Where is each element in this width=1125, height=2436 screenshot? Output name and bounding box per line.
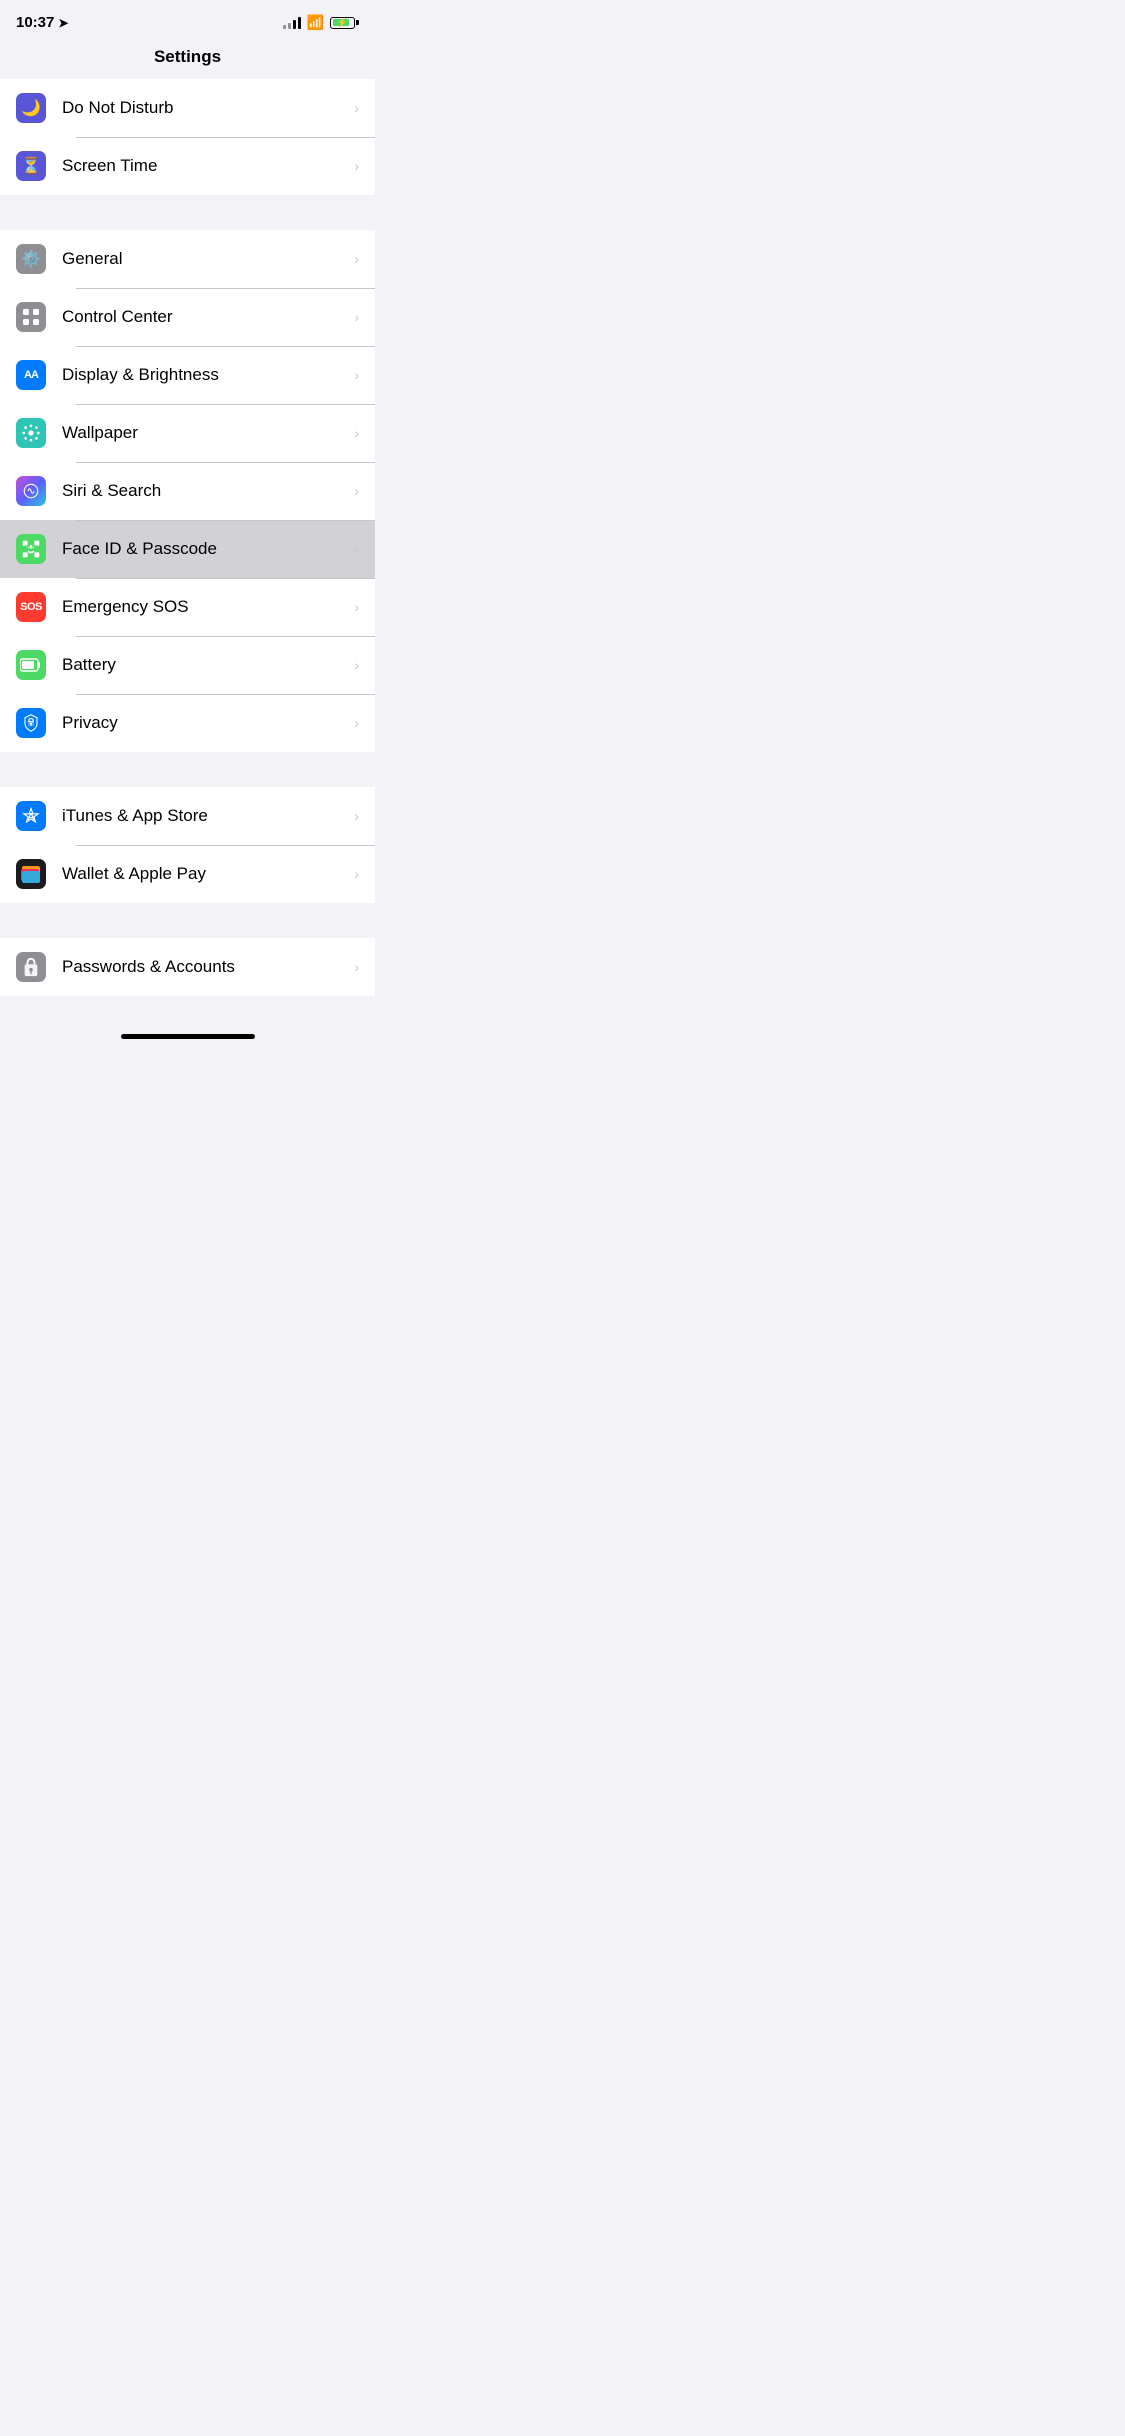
chevron-icon: › xyxy=(354,866,359,882)
row-display[interactable]: AA Display & Brightness › xyxy=(0,346,375,404)
time-display: 10:37 xyxy=(16,14,54,31)
chevron-icon: › xyxy=(354,158,359,174)
chevron-icon: › xyxy=(354,959,359,975)
chevron-icon: › xyxy=(354,541,359,557)
chevron-icon: › xyxy=(354,483,359,499)
screen-time-label: Screen Time xyxy=(62,156,346,176)
passwords-icon xyxy=(16,952,46,982)
chevron-icon: › xyxy=(354,808,359,824)
wallpaper-icon xyxy=(16,418,46,448)
group-separator-4 xyxy=(0,996,375,1026)
face-id-icon xyxy=(16,534,46,564)
privacy-label: Privacy xyxy=(62,713,346,733)
chevron-icon: › xyxy=(354,425,359,441)
battery-status-icon: ⚡ xyxy=(330,17,359,29)
general-icon: ⚙️ xyxy=(16,244,46,274)
status-time: 10:37 ➤ xyxy=(16,14,68,31)
control-center-icon xyxy=(16,302,46,332)
siri-label: Siri & Search xyxy=(62,481,346,501)
chevron-icon: › xyxy=(354,657,359,673)
chevron-icon: › xyxy=(354,251,359,267)
emergency-sos-icon: SOS xyxy=(16,592,46,622)
row-do-not-disturb[interactable]: 🌙 Do Not Disturb › xyxy=(0,79,375,137)
chevron-icon: › xyxy=(354,309,359,325)
chevron-icon: › xyxy=(354,367,359,383)
siri-icon xyxy=(16,476,46,506)
row-wallpaper[interactable]: Wallpaper › xyxy=(0,404,375,462)
face-id-label: Face ID & Passcode xyxy=(62,539,346,559)
home-bar xyxy=(121,1034,255,1039)
appstore-icon: A xyxy=(16,801,46,831)
group-separator-3 xyxy=(0,903,375,938)
settings-group-1: 🌙 Do Not Disturb › ⏳ Screen Time › xyxy=(0,79,375,195)
row-control-center[interactable]: Control Center › xyxy=(0,288,375,346)
row-general[interactable]: ⚙️ General › xyxy=(0,230,375,288)
row-emergency-sos[interactable]: SOS Emergency SOS › xyxy=(0,578,375,636)
home-indicator xyxy=(0,1026,375,1045)
signal-icon xyxy=(283,17,301,29)
wallet-label: Wallet & Apple Pay xyxy=(62,864,346,884)
passwords-label: Passwords & Accounts xyxy=(62,957,346,977)
chevron-icon: › xyxy=(354,715,359,731)
row-wallet[interactable]: Wallet & Apple Pay › xyxy=(0,845,375,903)
wallpaper-label: Wallpaper xyxy=(62,423,346,443)
settings-group-2: ⚙️ General › Control Center › AA Display… xyxy=(0,230,375,752)
row-face-id[interactable]: Face ID & Passcode › xyxy=(0,520,375,578)
control-center-label: Control Center xyxy=(62,307,346,327)
row-privacy[interactable]: Privacy › xyxy=(0,694,375,752)
privacy-icon xyxy=(16,708,46,738)
settings-group-4: Passwords & Accounts › xyxy=(0,938,375,996)
status-bar: 10:37 ➤ 📶 ⚡ xyxy=(0,0,375,39)
emergency-sos-label: Emergency SOS xyxy=(62,597,346,617)
location-icon: ➤ xyxy=(58,16,68,30)
chevron-icon: › xyxy=(354,599,359,615)
battery-label: Battery xyxy=(62,655,346,675)
group-separator-1 xyxy=(0,195,375,230)
general-label: General xyxy=(62,249,346,269)
status-icons: 📶 ⚡ xyxy=(283,14,359,31)
row-battery[interactable]: Battery › xyxy=(0,636,375,694)
do-not-disturb-label: Do Not Disturb xyxy=(62,98,346,118)
do-not-disturb-icon: 🌙 xyxy=(16,93,46,123)
row-itunes-appstore[interactable]: A iTunes & App Store › xyxy=(0,787,375,845)
row-passwords[interactable]: Passwords & Accounts › xyxy=(0,938,375,996)
wifi-icon: 📶 xyxy=(307,14,324,31)
itunes-appstore-label: iTunes & App Store xyxy=(62,806,346,826)
row-screen-time[interactable]: ⏳ Screen Time › xyxy=(0,137,375,195)
display-icon: AA xyxy=(16,360,46,390)
settings-group-3: A iTunes & App Store › Wallet & Apple Pa… xyxy=(0,787,375,903)
group-separator-2 xyxy=(0,752,375,787)
display-label: Display & Brightness xyxy=(62,365,346,385)
row-siri[interactable]: Siri & Search › xyxy=(0,462,375,520)
chevron-icon: › xyxy=(354,100,359,116)
battery-icon xyxy=(16,650,46,680)
page-title: Settings xyxy=(0,39,375,79)
wallet-icon xyxy=(16,859,46,889)
screen-time-icon: ⏳ xyxy=(16,151,46,181)
svg-text:A: A xyxy=(27,811,35,823)
